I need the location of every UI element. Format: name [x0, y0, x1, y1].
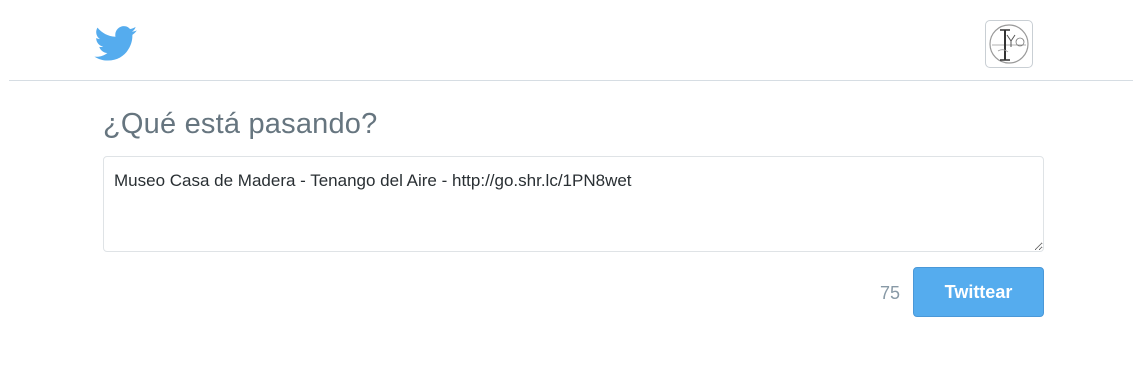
user-avatar[interactable]	[985, 20, 1033, 68]
twitter-bird-icon[interactable]	[94, 26, 138, 62]
tweet-button[interactable]: Twittear	[913, 267, 1044, 317]
avatar-logo-icon	[989, 24, 1029, 64]
tweet-text-input[interactable]	[103, 156, 1044, 252]
tweet-compose-page: ¿Qué está pasando? 75 Twittear	[0, 0, 1133, 381]
character-counter: 75	[879, 283, 900, 303]
top-bar	[9, 0, 1133, 81]
compose-heading: ¿Qué está pasando?	[103, 108, 378, 140]
